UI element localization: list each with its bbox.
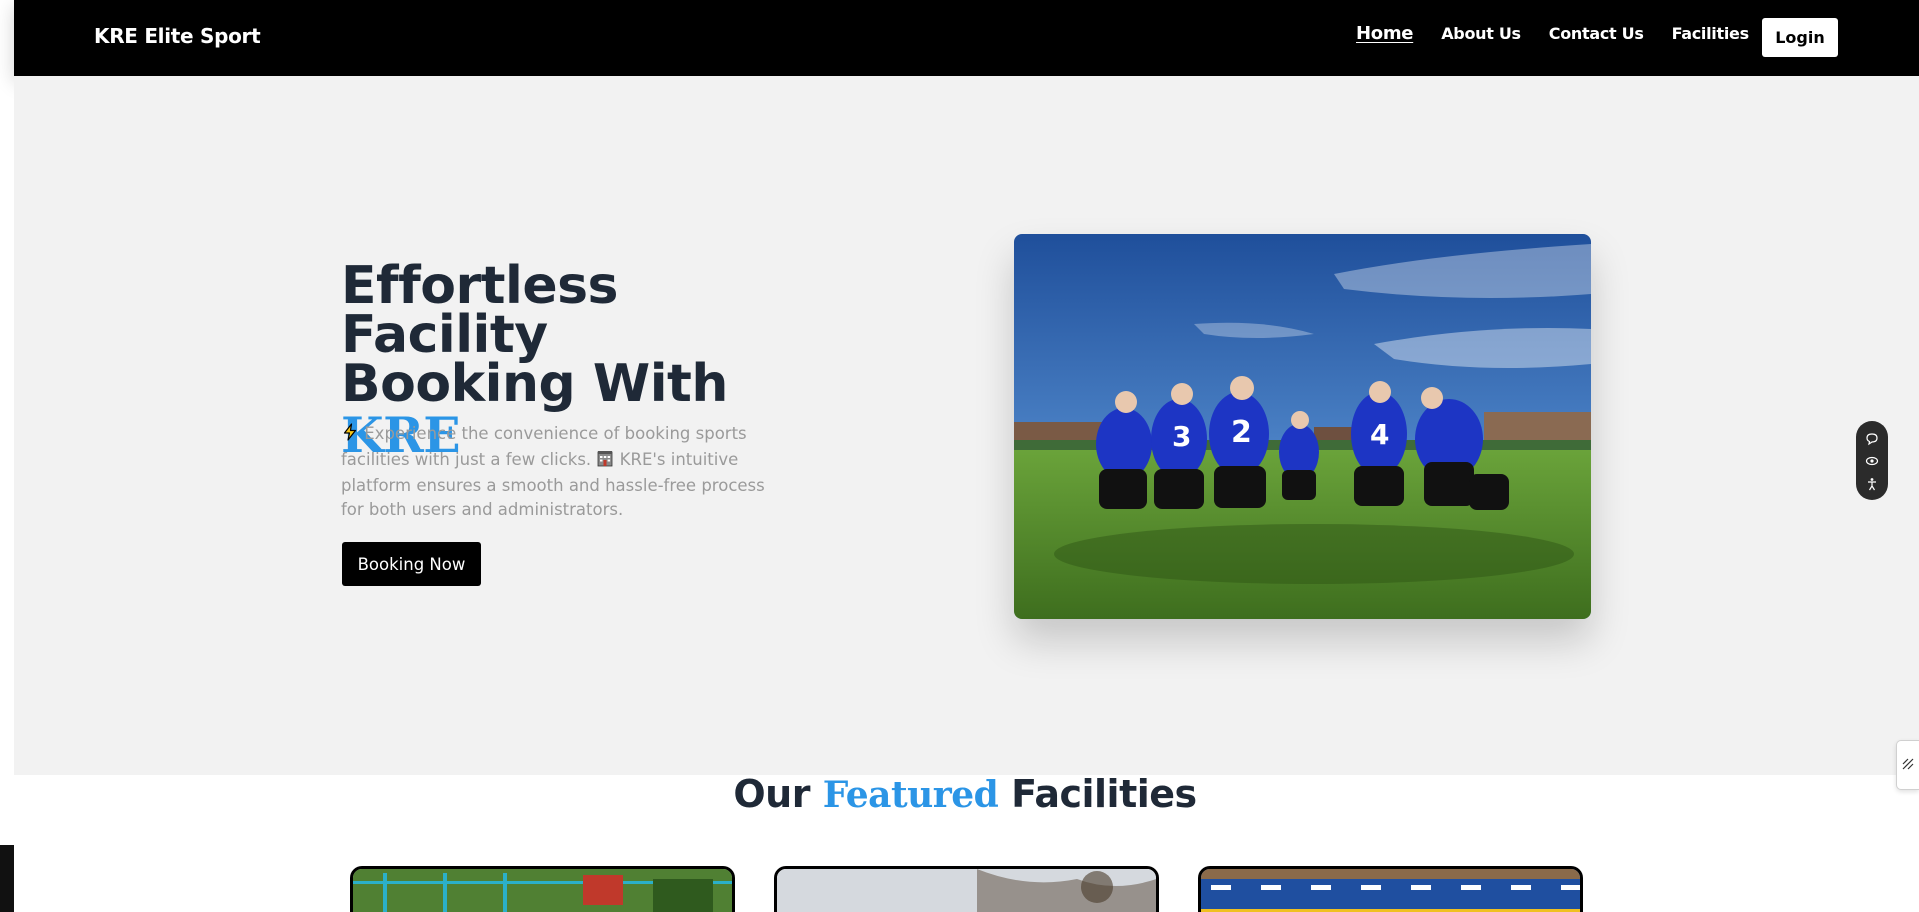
- hero-image-football-team: 3 2 4: [1014, 234, 1591, 619]
- featured-title-before: Our: [733, 772, 810, 816]
- nav-links: Home About Us Contact Us Facilities: [1356, 23, 1750, 44]
- page: KRE Elite Sport Home About Us Contact Us…: [0, 0, 1919, 912]
- nav-link-facilities[interactable]: Facilities: [1672, 24, 1750, 44]
- booking-now-button[interactable]: Booking Now: [342, 542, 481, 586]
- brand-logo-text[interactable]: KRE Elite Sport: [94, 24, 261, 48]
- svg-text:2: 2: [1231, 415, 1252, 450]
- facility-card-basketball[interactable]: [350, 866, 735, 912]
- accessibility-icon[interactable]: [1865, 476, 1879, 491]
- lightning-icon: [341, 423, 359, 448]
- nav-link-home[interactable]: Home: [1356, 23, 1414, 44]
- svg-text:4: 4: [1370, 418, 1389, 451]
- left-edge-tab[interactable]: [0, 845, 14, 912]
- chat-icon[interactable]: [1865, 431, 1879, 446]
- navbar: KRE Elite Sport Home About Us Contact Us…: [14, 0, 1919, 76]
- hero-description: Experience the convenience of booking sp…: [341, 422, 781, 522]
- featured-title-accent: Featured: [822, 774, 999, 816]
- featured-title-after: Facilities: [1011, 772, 1197, 816]
- nav-link-contact-us[interactable]: Contact Us: [1549, 24, 1644, 44]
- hero-title-line1: Effortless Facility: [341, 256, 619, 365]
- facility-card-swimming-pool[interactable]: [1198, 866, 1583, 912]
- svg-text:3: 3: [1172, 420, 1191, 453]
- eye-icon[interactable]: [1865, 453, 1879, 467]
- login-button[interactable]: Login: [1762, 18, 1838, 57]
- hero-section: Effortless Facility Booking With KRE Exp…: [14, 76, 1919, 775]
- office-building-icon: [596, 449, 614, 474]
- facility-card-outdoor[interactable]: [774, 866, 1159, 912]
- nav-link-about-us[interactable]: About Us: [1441, 24, 1521, 44]
- featured-facilities-heading: Our Featured Facilities: [0, 772, 1919, 816]
- hero-title-line2: Booking With: [341, 354, 728, 414]
- side-widget: [1856, 421, 1888, 500]
